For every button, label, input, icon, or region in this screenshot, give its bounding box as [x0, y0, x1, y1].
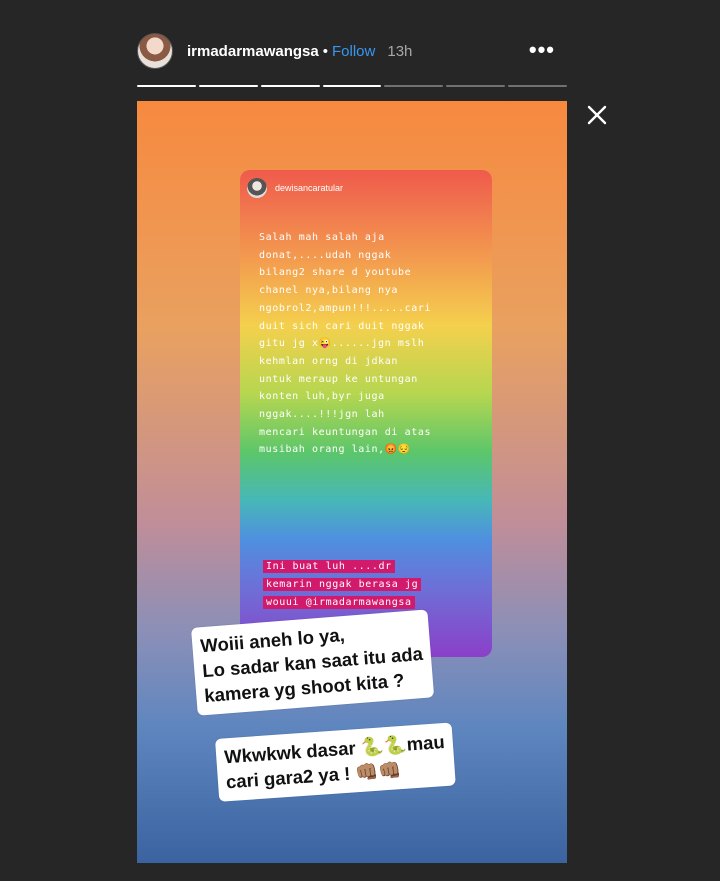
progress-segment [384, 85, 444, 87]
close-icon[interactable] [584, 102, 610, 128]
reposted-story-card[interactable]: dewisancaratular Salah mah salah aja don… [240, 170, 492, 657]
username[interactable]: irmadarmawangsa [187, 43, 319, 60]
story-viewer: irmadarmawangsa • Follow 13h ••• dewisan… [0, 0, 720, 881]
repost-avatar [247, 178, 267, 198]
repost-highlight-text: Ini buat luh ....dr kemarin nggak berasa… [263, 558, 473, 612]
post-time: 13h [387, 42, 413, 60]
separator-dot: • [322, 42, 328, 60]
avatar[interactable] [137, 33, 173, 69]
story-content[interactable]: dewisancaratular Salah mah salah aja don… [137, 101, 567, 863]
text-sticker-second: Wkwkwk dasar 🐍🐍mau cari gara2 ya ! 👊🏽👊🏽 [215, 722, 456, 802]
text-sticker-first: Woiii aneh lo ya, Lo sadar kan saat itu … [191, 609, 435, 716]
repost-text: Salah mah salah aja donat,....udah nggak… [259, 232, 432, 456]
progress-segment [137, 85, 196, 87]
story-progress [137, 85, 568, 88]
repost-username: dewisancaratular [275, 183, 344, 193]
progress-segment [446, 85, 506, 87]
progress-segment [198, 85, 258, 87]
more-horizontal-icon[interactable]: ••• [529, 39, 555, 61]
progress-segment [508, 85, 568, 87]
highlight-text: Ini buat luh ....dr kemarin nggak berasa… [263, 560, 422, 609]
story-header: irmadarmawangsa • Follow 13h ••• [137, 30, 567, 72]
progress-segment [260, 85, 320, 87]
repost-header: dewisancaratular [247, 178, 343, 198]
progress-segment [322, 85, 382, 87]
follow-button[interactable]: Follow [332, 43, 375, 60]
